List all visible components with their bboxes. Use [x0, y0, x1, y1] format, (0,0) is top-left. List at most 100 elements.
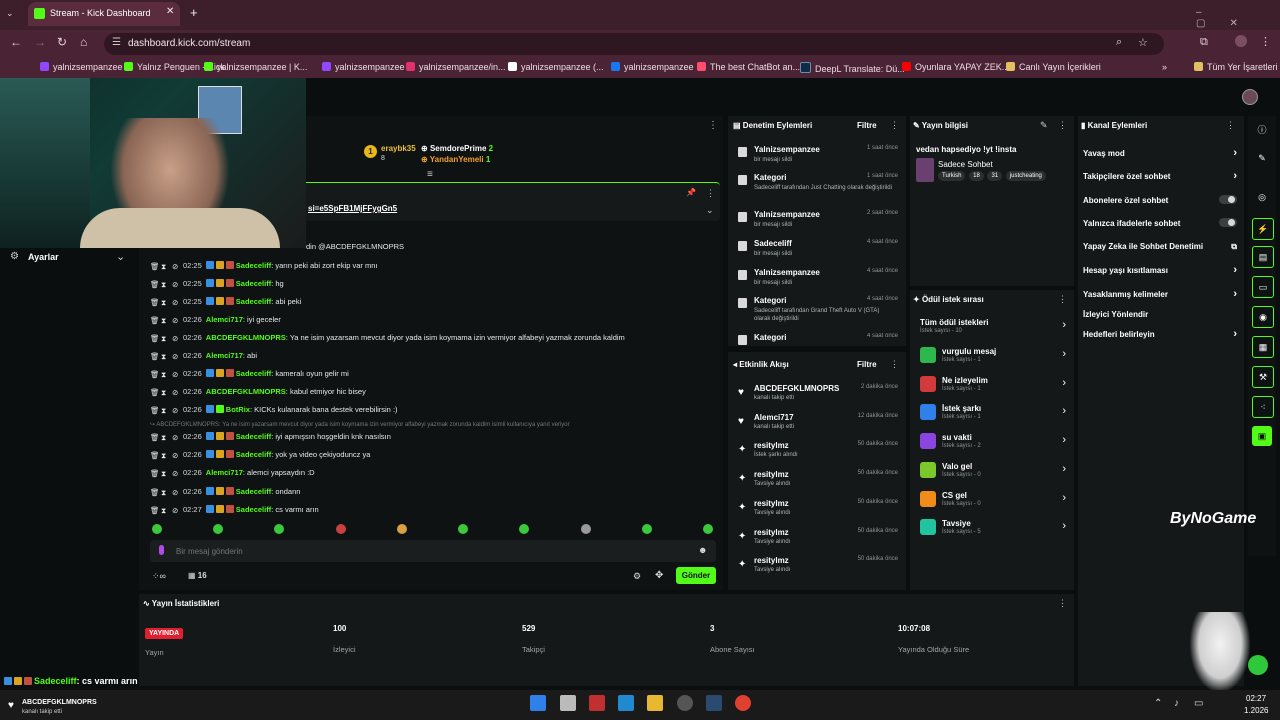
gift-icon[interactable]: ▣	[1252, 426, 1272, 446]
channel-action-emote-only[interactable]: Yalnızca ifadelerle sohbet	[1083, 218, 1241, 228]
emoji-icon[interactable]: ☻	[698, 545, 707, 555]
chat-message[interactable]: 🗑⧗ ⊘ 02:25 Sadeceliff: abi peki	[150, 297, 301, 307]
activity-menu-icon[interactable]: ⋮	[890, 359, 899, 370]
send-button[interactable]: Gönder	[676, 567, 716, 584]
pinned-message[interactable]: si=e5SpFB1MjFFygGn5 📌 ⋮ ⌄	[300, 182, 720, 221]
delete-icon[interactable]: 🗑	[150, 388, 160, 397]
document-icon[interactable]: ▤	[1252, 246, 1274, 268]
timeout-icon[interactable]: ⧗	[161, 406, 169, 415]
channel-action-account-age[interactable]: Hesap yaşı kısıtlaması ›	[1083, 264, 1241, 276]
timeout-icon[interactable]: ⧗	[161, 262, 169, 271]
zoom-icon[interactable]: ⌕	[1116, 36, 1122, 49]
activity-item[interactable]: ✦ resitylmz 50 dakika önce Tavsiye alındı	[736, 470, 900, 496]
tab-close-icon[interactable]: ✕	[166, 6, 174, 17]
timeout-icon[interactable]: ⧗	[161, 352, 169, 361]
emote-icon[interactable]	[581, 524, 591, 534]
mod-action-item[interactable]: Yalnizsempanzee 1 saat önce bir mesajı sil…	[736, 145, 900, 171]
chat-message[interactable]: 🗑⧗ ⊘ 02:26 Alemci717: alemci yapsaydın :D	[150, 468, 315, 478]
emote-icon[interactable]	[458, 524, 468, 534]
ban-icon[interactable]: ⊘	[172, 451, 180, 460]
activity-item[interactable]: ✦ resitylmz 50 dakika önce Tavsiye alındı	[736, 556, 900, 582]
mod-action-item[interactable]: Sadeceliff 4 saat önce bir mesajı sildi	[736, 239, 900, 265]
ban-icon[interactable]: ⊘	[172, 433, 180, 442]
obs-icon[interactable]	[677, 695, 693, 711]
channel-action-goals[interactable]: Hedefleri belirleyin ›	[1083, 328, 1241, 340]
delete-icon[interactable]: 🗑	[150, 469, 160, 478]
activity-item[interactable]: ✦ resitylmz 50 dakika önce Tavsiye alındı	[736, 528, 900, 554]
chat-tools-icon[interactable]: ✥	[655, 570, 663, 581]
ban-icon[interactable]: ⊘	[172, 388, 180, 397]
delete-icon[interactable]: 🗑	[150, 433, 160, 442]
activity-item[interactable]: ✦ resitylmz 50 dakika önce İstek şarkı alın…	[736, 441, 900, 467]
all-bookmarks[interactable]: Tüm Yer İşaretleri	[1194, 62, 1278, 72]
ban-icon[interactable]: ⊘	[172, 506, 180, 515]
bookmark-2[interactable]: yalnizsempanzee | K...	[204, 62, 307, 72]
delete-icon[interactable]: 🗑	[150, 488, 160, 497]
channel-action-raid[interactable]: İzleyici Yönlendir	[1083, 310, 1241, 319]
moderation-menu-icon[interactable]: ⋮	[890, 120, 899, 131]
home-icon[interactable]: ⌂	[80, 35, 87, 49]
channel-action-slow-mode[interactable]: Yavaş mod ›	[1083, 147, 1241, 159]
ban-icon[interactable]: ⊘	[172, 370, 180, 379]
apps-icon[interactable]: ⁖	[1252, 396, 1274, 418]
tray-chevron-icon[interactable]: ⌃	[1154, 698, 1162, 709]
clock-time[interactable]: 02:27	[1246, 694, 1266, 703]
ban-icon[interactable]: ⊘	[172, 262, 180, 271]
window-controls[interactable]: –▢✕	[1196, 7, 1280, 29]
bookmark-10[interactable]: Canlı Yayın İçerikleri	[1006, 62, 1101, 72]
delete-icon[interactable]: 🗑	[150, 506, 160, 515]
pinned-link[interactable]: si=e5SpFB1MjFFygGn5	[308, 204, 397, 213]
emote-icon[interactable]	[519, 524, 529, 534]
delete-icon[interactable]: 🗑	[150, 316, 160, 325]
back-icon[interactable]: ←	[10, 35, 22, 49]
chat-message[interactable]: 🗑⧗ ⊘ 02:26 Sadeceliff: ondann	[150, 487, 300, 497]
channel-action-ai-moderation[interactable]: Yapay Zeka ile Sohbet Denetimi ⧉	[1083, 242, 1241, 251]
windows-start-icon[interactable]	[530, 695, 546, 711]
lightning-icon[interactable]: ⚡	[1252, 218, 1274, 240]
reward-item[interactable]: su vakti İstek sayısı - 2 ›	[918, 433, 1068, 453]
pencil-icon[interactable]: ✎	[1252, 148, 1272, 168]
subscribers-only-toggle[interactable]	[1219, 195, 1237, 204]
activity-item[interactable]: ♥ ABCDEFGKLMNOPRS 2 dakika önce kanalı taki…	[736, 384, 900, 410]
ban-icon[interactable]: ⊘	[172, 488, 180, 497]
rewards-menu-icon[interactable]: ⋮	[1058, 294, 1067, 305]
broadcast-icon[interactable]: ◉	[1252, 306, 1274, 328]
chat-bubble-icon[interactable]: ▭	[1252, 276, 1274, 298]
timeout-icon[interactable]: ⧗	[161, 334, 169, 343]
chat-message[interactable]: 🗑⧗ ⊘ 02:26 Sadeceliff: iyi apmışsın hoşgeld…	[150, 432, 391, 442]
wrench-icon[interactable]: ⚒	[1252, 366, 1274, 388]
timeout-icon[interactable]: ⧗	[161, 388, 169, 397]
chat-input[interactable]: ☻	[150, 540, 716, 562]
file-icon[interactable]	[560, 695, 576, 711]
bookmark-8[interactable]: DeepL Translate: Dü...	[800, 62, 905, 74]
timeout-icon[interactable]: ⧗	[161, 280, 169, 289]
mod-action-item[interactable]: Yalnizsempanzee 4 saat önce bir mesajı sil…	[736, 268, 900, 294]
clock-date[interactable]: 1.2026	[1244, 706, 1268, 715]
photos-icon[interactable]	[618, 695, 634, 711]
reward-item[interactable]: İstek şarkı İstek sayısı - 1 ›	[918, 404, 1068, 424]
info-icon[interactable]: ⓘ	[1252, 120, 1272, 140]
ban-icon[interactable]: ⊘	[172, 298, 180, 307]
more-bookmarks-icon[interactable]: »	[1162, 62, 1167, 72]
chat-message[interactable]: 🗑⧗ ⊘ 02:26 ABCDEFGKLMNOPRS: kabul etmiyor h…	[150, 387, 366, 397]
monitor-icon[interactable]: ▭	[1194, 698, 1203, 709]
browser-tab[interactable]: Stream - Kick Dashboard ✕	[28, 2, 180, 26]
url-field[interactable]: ☰ dashboard.kick.com/stream ⌕ ☆	[104, 33, 1164, 55]
chrome-icon[interactable]	[735, 695, 751, 711]
emote-icon[interactable]	[274, 524, 284, 534]
channel-action-subscribers-only[interactable]: Abonelere özel sohbet	[1083, 195, 1241, 205]
timeout-icon[interactable]: ⧗	[161, 506, 169, 515]
chat-message[interactable]: 🗑⧗ ⊘ 02:26 Alemci717: abi	[150, 351, 257, 361]
chat-message[interactable]: 🗑⧗ ⊘ 02:26 Alemci717: iyi geceler	[150, 315, 281, 325]
activity-filter-button[interactable]: Filtre	[857, 360, 877, 369]
delete-icon[interactable]: 🗑	[150, 451, 160, 460]
layout-icon[interactable]: ▦	[1252, 336, 1274, 358]
emote-icon[interactable]	[213, 524, 223, 534]
folder-icon[interactable]	[647, 695, 663, 711]
ban-icon[interactable]: ⊘	[172, 316, 180, 325]
ban-icon[interactable]: ⊘	[172, 406, 180, 415]
bookmark-star-icon[interactable]: ☆	[1138, 36, 1148, 49]
bookmark-4[interactable]: yalnizsempanzee/in...	[406, 62, 506, 72]
emote-icon[interactable]	[152, 524, 162, 534]
steam-icon[interactable]	[706, 695, 722, 711]
